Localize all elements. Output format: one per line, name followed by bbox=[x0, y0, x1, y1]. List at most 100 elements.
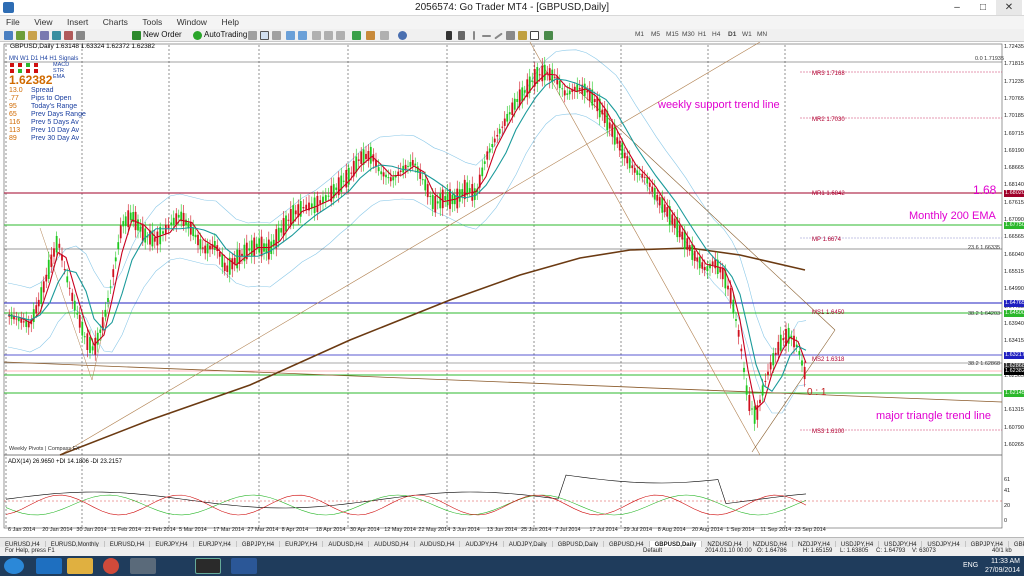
maximize-button[interactable]: □ bbox=[970, 0, 996, 15]
profiles-icon[interactable] bbox=[16, 31, 25, 40]
app-icon-4[interactable] bbox=[130, 558, 156, 574]
fibonacci-icon[interactable] bbox=[518, 31, 527, 40]
candle-body bbox=[117, 242, 120, 250]
terminal-icon[interactable] bbox=[64, 31, 73, 40]
candle-body bbox=[419, 170, 422, 179]
navigator-icon[interactable] bbox=[52, 31, 61, 40]
menu-file[interactable]: File bbox=[0, 16, 26, 28]
timeframes-icon[interactable] bbox=[398, 31, 407, 40]
menu-tools[interactable]: Tools bbox=[136, 16, 168, 28]
vertical-line-icon[interactable] bbox=[473, 31, 475, 40]
indicators-icon[interactable] bbox=[352, 31, 361, 40]
candle-body bbox=[192, 227, 195, 237]
mt4-icon[interactable] bbox=[195, 558, 221, 574]
chart-tabs: EURUSD,H4 EURUSD,Monthly EURUSD,H4 EURJPY,H… bbox=[0, 537, 1024, 547]
menu-window[interactable]: Window bbox=[171, 16, 213, 28]
tf-mn[interactable]: MN bbox=[757, 31, 767, 38]
market-watch-icon[interactable] bbox=[28, 31, 37, 40]
tf-m5[interactable]: M5 bbox=[651, 31, 660, 38]
candle-body bbox=[414, 163, 417, 166]
candle-body bbox=[523, 90, 526, 93]
time-axis-label: 29 Jul 2014 bbox=[623, 527, 653, 533]
candle-body bbox=[335, 187, 338, 190]
cursor-icon[interactable] bbox=[446, 31, 452, 40]
price-axis-label: 1.71815 bbox=[1004, 61, 1024, 68]
candle-body bbox=[566, 93, 569, 95]
language-indicator[interactable]: ENG bbox=[963, 562, 978, 569]
horizontal-line-icon[interactable] bbox=[482, 35, 491, 37]
candle-body bbox=[613, 126, 616, 145]
candle-body bbox=[94, 337, 97, 355]
autotrading-button[interactable]: AutoTrading bbox=[204, 30, 247, 39]
candle-body bbox=[47, 259, 50, 279]
new-order-icon[interactable] bbox=[132, 31, 141, 40]
candle-body bbox=[506, 113, 509, 122]
menu-view[interactable]: View bbox=[28, 16, 58, 28]
bar-chart-icon[interactable] bbox=[248, 31, 257, 40]
candle-body bbox=[568, 90, 571, 95]
candlestick-icon[interactable] bbox=[260, 31, 269, 40]
tf-d1[interactable]: D1 bbox=[728, 31, 736, 38]
periods-icon[interactable] bbox=[366, 31, 375, 40]
candle-body bbox=[436, 201, 439, 204]
candle-body bbox=[22, 321, 25, 323]
tf-w1[interactable]: W1 bbox=[742, 31, 752, 38]
candle-body bbox=[782, 338, 785, 341]
tf-m15[interactable]: M15 bbox=[666, 31, 679, 38]
menu-charts[interactable]: Charts bbox=[97, 16, 134, 28]
clock[interactable]: 11:33 AM 27/09/2014 bbox=[985, 557, 1020, 575]
candle-body bbox=[213, 241, 216, 250]
close-button[interactable]: ✕ bbox=[996, 0, 1022, 15]
autotrading-icon[interactable] bbox=[193, 31, 202, 40]
tile-windows-icon[interactable] bbox=[312, 31, 321, 40]
autoscroll-icon[interactable] bbox=[336, 31, 345, 40]
crosshair-icon[interactable] bbox=[458, 31, 465, 40]
tf-h1[interactable]: H1 bbox=[698, 31, 706, 38]
candle-body bbox=[201, 247, 204, 249]
start-button[interactable] bbox=[4, 558, 24, 574]
arrows-icon[interactable] bbox=[544, 31, 553, 40]
line-chart-icon[interactable] bbox=[272, 31, 281, 40]
candle-body bbox=[688, 245, 691, 251]
new-chart-icon[interactable] bbox=[4, 31, 13, 40]
candle-body bbox=[424, 179, 427, 191]
time-axis-label: 11 Sep 2014 bbox=[760, 527, 792, 533]
candle-body bbox=[287, 219, 290, 221]
candle-body bbox=[258, 238, 261, 253]
price-axis-label: 1.69190 bbox=[1004, 147, 1024, 154]
price-chart[interactable]: ADX(14) 26.9650 +DI 14.1806 -DI 23.2157 bbox=[0, 42, 1024, 537]
menu-insert[interactable]: Insert bbox=[61, 16, 94, 28]
candle-body bbox=[124, 216, 127, 227]
candle-body bbox=[76, 313, 79, 315]
equidistant-channel-icon[interactable] bbox=[506, 31, 515, 40]
menu-help[interactable]: Help bbox=[215, 16, 244, 28]
candle-body bbox=[189, 222, 192, 235]
new-order-button[interactable]: New Order bbox=[143, 30, 182, 39]
candle-body bbox=[772, 353, 775, 366]
strategy-tester-icon[interactable] bbox=[76, 31, 85, 40]
candle-body bbox=[538, 74, 541, 76]
chart-shift-icon[interactable] bbox=[324, 31, 333, 40]
word-icon[interactable] bbox=[231, 558, 257, 574]
zoom-out-icon[interactable] bbox=[298, 31, 307, 40]
candle-body bbox=[53, 248, 55, 257]
ie-icon[interactable] bbox=[36, 558, 62, 574]
minimize-button[interactable]: – bbox=[944, 0, 970, 15]
clock-time: 11:33 AM bbox=[990, 558, 1020, 565]
text-tool-icon[interactable] bbox=[530, 31, 539, 40]
trendline-icon[interactable] bbox=[494, 32, 503, 40]
adx-axis-61: 61 bbox=[1004, 477, 1011, 483]
data-window-icon[interactable] bbox=[40, 31, 49, 40]
candle-body bbox=[226, 265, 229, 273]
candle-body bbox=[481, 167, 484, 177]
candle-body bbox=[73, 300, 76, 311]
templates-icon[interactable] bbox=[380, 31, 389, 40]
tf-m1[interactable]: M1 bbox=[635, 31, 644, 38]
zoom-in-icon[interactable] bbox=[286, 31, 295, 40]
chrome-icon[interactable] bbox=[103, 558, 119, 574]
explorer-icon[interactable] bbox=[67, 558, 93, 574]
symbol-line: GBPUSD,Daily 1.63148 1.63324 1.62372 1.6… bbox=[10, 43, 155, 50]
tf-h4[interactable]: H4 bbox=[712, 31, 720, 38]
tf-m30[interactable]: M30 bbox=[682, 31, 695, 38]
candle-body bbox=[628, 158, 631, 169]
